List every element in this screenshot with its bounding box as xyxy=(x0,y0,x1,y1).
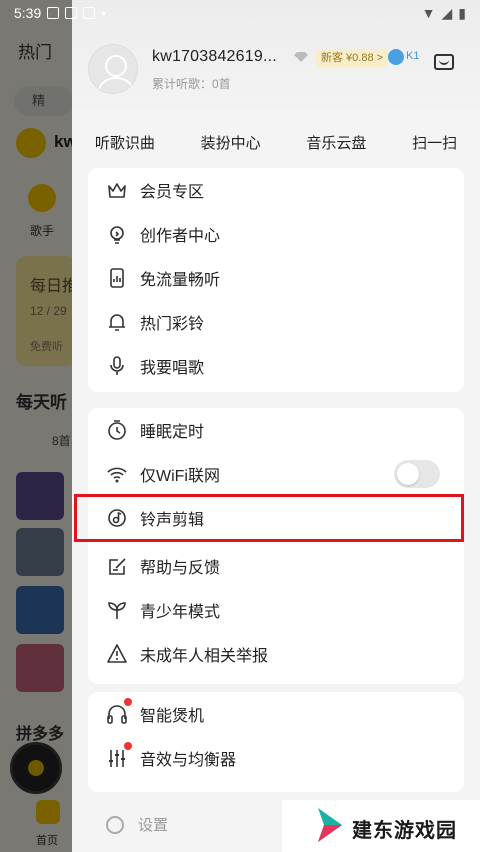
menu-item-karaoke[interactable]: 我要唱歌 xyxy=(88,344,464,388)
menu-item-label: 创作者中心 xyxy=(140,228,221,245)
site-watermark: 建东游戏园 xyxy=(282,800,480,852)
menu-item-hot-ringtones[interactable]: 热门彩铃 xyxy=(88,300,464,344)
bell-icon xyxy=(109,314,125,331)
menu-item-label: 智能煲机 xyxy=(140,708,205,725)
wifi-status-icon: ▼ xyxy=(421,5,436,21)
highlight-box xyxy=(74,494,464,542)
menu-item-label: 仅WiFi联网 xyxy=(140,468,220,485)
menu-item-label: 免流量畅听 xyxy=(140,272,221,289)
status-bar: 5:39 • ▼ ◢ ▮ xyxy=(0,0,480,26)
menu-item-label: 我要唱歌 xyxy=(140,360,205,377)
equalizer-badge-dot xyxy=(124,742,132,750)
menu-item-label: 热门彩铃 xyxy=(140,316,205,333)
microphone-icon xyxy=(110,356,124,375)
mail-icon[interactable] xyxy=(434,54,454,70)
menu-item-teen-mode[interactable]: 青少年模式 xyxy=(88,588,464,632)
username[interactable]: kw1703842619... xyxy=(152,48,277,66)
smart-burn-in-badge-dot xyxy=(124,698,132,706)
notification-app-icon xyxy=(83,7,96,19)
side-drawer: kw1703842619... 新客 ¥0.88 > K1 累计听歌：0首 听歌… xyxy=(72,0,480,852)
menu-item-sleep-timer[interactable]: 睡眠定时 xyxy=(88,408,464,452)
lightbulb-icon xyxy=(110,226,124,244)
menu-item-label: 未成年人相关举报 xyxy=(140,648,269,665)
vip-badge[interactable]: 新客 ¥0.88 > xyxy=(316,49,389,67)
feedback-icon xyxy=(109,558,126,575)
gear-icon xyxy=(106,815,124,834)
quick-action-song-recognition[interactable]: 听歌识曲 xyxy=(95,132,155,153)
watermark-logo-icon xyxy=(318,808,342,842)
listen-count: 累计听歌：0首 xyxy=(152,77,231,91)
avatar[interactable] xyxy=(88,44,138,94)
menu-group-2: 睡眠定时 仅WiFi联网 铃声剪辑 帮助与反馈 青少年模式 未成年人相关举报 xyxy=(88,408,464,684)
watermark-text: 建东游戏园 xyxy=(352,820,457,842)
equalizer-icon xyxy=(109,750,125,767)
menu-item-creator-center[interactable]: 创作者中心 xyxy=(88,212,464,256)
crown-icon xyxy=(108,183,126,198)
menu-item-wifi-only: 仅WiFi联网 xyxy=(88,452,464,496)
menu-item-sound-equalizer[interactable]: 音效与均衡器 xyxy=(88,736,464,780)
settings-button[interactable]: 设置 xyxy=(106,814,168,835)
settings-label: 设置 xyxy=(138,817,169,834)
quick-action-cloud-drive[interactable]: 音乐云盘 xyxy=(306,132,366,153)
menu-item-free-data[interactable]: 免流量畅听 xyxy=(88,256,464,300)
battery-icon: ▮ xyxy=(458,4,466,21)
menu-item-minor-report[interactable]: 未成年人相关举报 xyxy=(88,632,464,676)
menu-item-vip-zone[interactable]: 会员专区 xyxy=(88,168,464,212)
level-icon xyxy=(388,49,404,65)
menu-item-label: 睡眠定时 xyxy=(140,424,205,441)
wifi-icon xyxy=(107,467,127,483)
wifi-only-toggle[interactable] xyxy=(394,460,440,488)
grid-icon xyxy=(47,7,60,19)
warning-icon xyxy=(107,644,127,663)
timer-icon xyxy=(108,420,126,440)
sprout-icon xyxy=(108,602,126,619)
menu-item-label: 音效与均衡器 xyxy=(140,752,237,769)
signal-icon: ◢ xyxy=(441,4,453,21)
level-badge[interactable]: K1 xyxy=(406,50,419,62)
quick-action-dress-center[interactable]: 装扮中心 xyxy=(201,132,261,153)
menu-group-1: 会员专区 创作者中心 免流量畅听 热门彩铃 我要唱歌 xyxy=(88,168,464,392)
menu-item-help-feedback[interactable]: 帮助与反馈 xyxy=(88,544,464,588)
quick-action-scan[interactable]: 扫一扫 xyxy=(412,132,457,153)
diamond-icon xyxy=(294,52,308,62)
headphones-icon xyxy=(107,705,127,724)
menu-item-label: 青少年模式 xyxy=(140,604,221,621)
status-time: 5:39 xyxy=(14,5,42,21)
menu-item-label: 帮助与反馈 xyxy=(140,560,221,577)
phone-data-icon xyxy=(110,268,124,288)
notification-dot-icon: • xyxy=(101,5,107,21)
menu-group-3: 智能煲机 音效与均衡器 xyxy=(88,692,464,792)
notification-a-icon xyxy=(65,7,78,19)
menu-item-label: 会员专区 xyxy=(140,184,205,201)
quick-actions: 听歌识曲 装扮中心 音乐云盘 扫一扫 xyxy=(72,126,480,158)
menu-item-smart-burn-in[interactable]: 智能煲机 xyxy=(88,692,464,736)
